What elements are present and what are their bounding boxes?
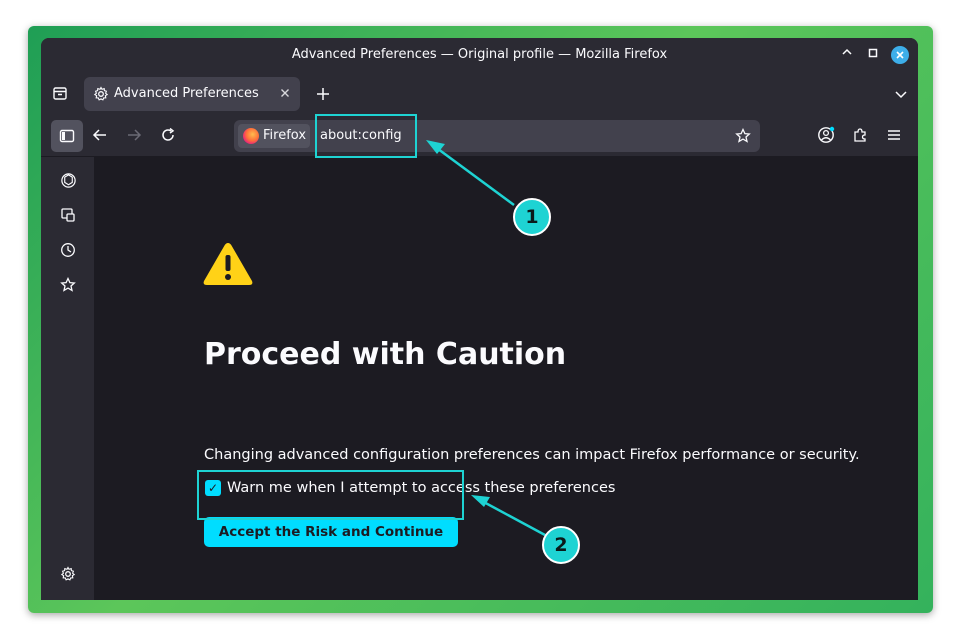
window-title: Advanced Preferences — Original profile …: [291, 47, 668, 62]
identity-box[interactable]: Firefox: [238, 124, 310, 148]
sidebar: [41, 157, 94, 600]
account-button[interactable]: [815, 124, 837, 146]
synced-tabs-icon: [61, 208, 75, 222]
gear-icon: [93, 86, 109, 101]
forward-button[interactable]: [123, 124, 145, 146]
reload-button[interactable]: [157, 124, 179, 146]
reload-icon: [162, 127, 175, 141]
firefox-window: Advanced Preferences — Original profile …: [41, 38, 918, 600]
firefox-view-icon: [53, 87, 67, 100]
warning-icon: [203, 243, 253, 285]
sidebar-settings-button[interactable]: [57, 563, 79, 585]
tab-label: Advanced Preferences: [114, 86, 259, 101]
button-highlight-box: [197, 470, 464, 520]
navigation-bar: Firefox about:config: [41, 116, 918, 157]
warning-description: Changing advanced configuration preferen…: [204, 447, 860, 463]
extensions-button[interactable]: [849, 124, 871, 146]
title-bar: Advanced Preferences — Original profile …: [41, 38, 918, 72]
maximize-icon: [868, 48, 878, 58]
annotation-badge-1: 1: [513, 198, 551, 236]
plus-icon: [317, 88, 329, 100]
list-all-tabs-button[interactable]: [890, 83, 912, 105]
sidebar-item-chatbot[interactable]: [57, 169, 79, 191]
hamburger-menu-icon: [888, 130, 900, 140]
firefox-logo-icon: [243, 128, 259, 144]
identity-label: Firefox: [263, 128, 307, 143]
history-icon: [61, 243, 75, 257]
back-button[interactable]: [89, 124, 111, 146]
arrow-right-icon: [128, 129, 142, 141]
account-icon: [818, 126, 835, 143]
page-content: Proceed with Caution Changing advanced c…: [94, 157, 918, 600]
tab-advanced-preferences[interactable]: Advanced Preferences: [84, 77, 300, 111]
close-icon: [281, 89, 289, 97]
sidebar-item-history[interactable]: [57, 239, 79, 261]
annotation-badge-2: 2: [542, 526, 580, 564]
tab-bar: Advanced Preferences: [41, 72, 918, 116]
minimize-icon: [842, 48, 852, 55]
bookmarks-icon: [60, 277, 76, 292]
tab-close-button[interactable]: [280, 84, 290, 102]
url-bar[interactable]: Firefox about:config: [234, 120, 760, 152]
sidebar-item-bookmarks[interactable]: [57, 274, 79, 296]
app-menu-button[interactable]: [883, 124, 905, 146]
url-highlight-box: [315, 114, 417, 158]
accept-risk-button[interactable]: Accept the Risk and Continue: [204, 517, 458, 547]
close-icon: [896, 51, 904, 59]
close-window-button[interactable]: [891, 46, 909, 64]
sidebar-toggle-button[interactable]: [51, 120, 83, 152]
new-tab-button[interactable]: [312, 83, 334, 105]
page-title: Proceed with Caution: [204, 337, 567, 372]
arrow-left-icon: [92, 129, 106, 141]
sidebar-item-synced-tabs[interactable]: [57, 204, 79, 226]
puzzle-icon: [854, 128, 866, 142]
firefox-view-button[interactable]: [49, 82, 71, 104]
maximize-button[interactable]: [864, 46, 882, 64]
settings-icon: [60, 566, 76, 581]
sidebar-icon: [59, 129, 75, 143]
chatbot-icon: [60, 172, 76, 188]
star-icon: [735, 128, 751, 143]
chevron-down-icon: [895, 91, 907, 99]
bookmark-star-button[interactable]: [734, 127, 752, 145]
minimize-button[interactable]: [838, 46, 856, 64]
